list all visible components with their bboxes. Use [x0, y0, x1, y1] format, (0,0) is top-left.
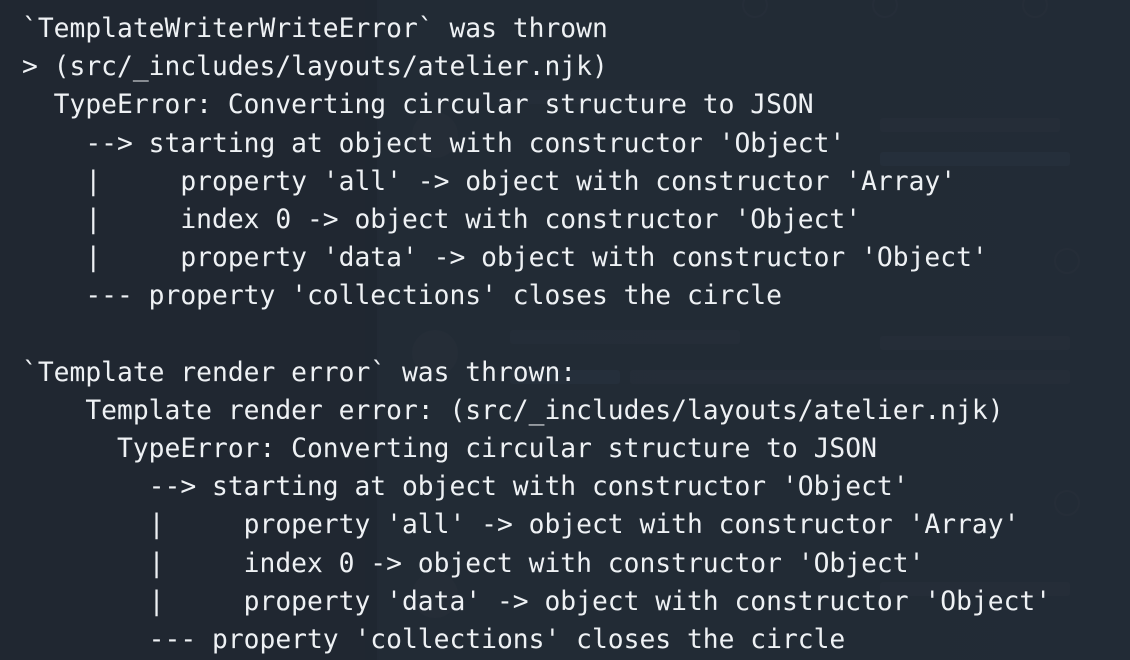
- log-line: TypeError: Converting circular structure…: [22, 90, 814, 121]
- log-line: | property 'data' -> object with constru…: [22, 243, 988, 274]
- log-line: | index 0 -> object with constructor 'Ob…: [22, 204, 862, 235]
- log-line: --- property 'collections' closes the ci…: [22, 625, 846, 655]
- error-console-overlay: `TemplateWriterWriteError` was thrown > (…: [0, 0, 1130, 660]
- log-line: Template render error: (src/_includes/la…: [22, 395, 1004, 426]
- log-line: --- property 'collections' closes the ci…: [22, 281, 782, 312]
- log-line: TypeError: Converting circular structure…: [22, 434, 877, 465]
- log-line: `Template render error` was thrown:: [22, 357, 577, 388]
- log-line: | property 'all' -> object with construc…: [22, 510, 1020, 541]
- log-line: | property 'all' -> object with construc…: [22, 166, 957, 197]
- log-line: > (src/_includes/layouts/atelier.njk): [22, 52, 608, 83]
- log-line: --> starting at object with constructor …: [22, 472, 909, 503]
- error-log[interactable]: `TemplateWriterWriteError` was thrown > (…: [22, 10, 1122, 659]
- log-line: --> starting at object with constructor …: [22, 128, 846, 159]
- log-line: | property 'data' -> object with constru…: [22, 586, 1052, 617]
- log-line: `TemplateWriterWriteError` was thrown: [22, 14, 608, 44]
- log-line: | index 0 -> object with constructor 'Ob…: [22, 548, 925, 579]
